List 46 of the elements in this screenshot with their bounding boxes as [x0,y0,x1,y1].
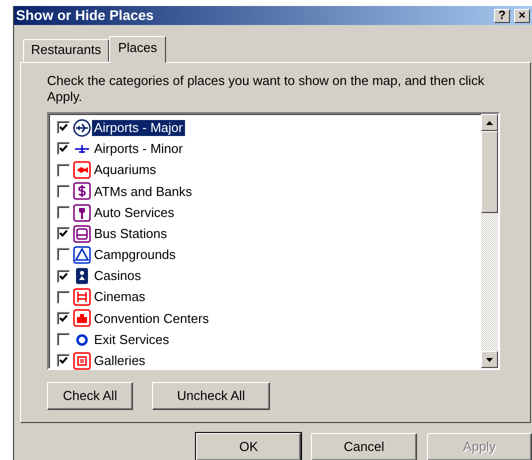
dollar-icon [73,182,91,200]
list-item[interactable]: Exit Services [92,332,172,348]
checkbox[interactable] [57,164,70,177]
checkbox[interactable] [57,312,70,325]
dialog-button[interactable]: Cancel [311,433,417,460]
airplane-icon [73,118,91,137]
list-item[interactable]: Convention Centers [92,310,211,326]
checkbox[interactable] [57,184,70,198]
list-item[interactable]: Casinos [92,268,143,284]
film-icon [73,288,91,306]
list-item[interactable]: Airports - Minor [92,141,185,157]
tab[interactable]: Places [109,36,166,63]
scrollbar[interactable] [481,114,498,368]
instruction-text: Check the categories of places you want to show on the map, and then click Apply. [47,73,486,104]
tent-icon [73,246,91,264]
list-item[interactable]: Galleries [92,353,148,369]
list-item[interactable]: Airports - Major [92,120,185,136]
uncheck-all-button[interactable]: Uncheck All [152,382,270,410]
checkbox[interactable] [57,121,70,134]
fish-icon [73,161,91,180]
list-item[interactable]: ATMs and Banks [92,184,194,200]
checkbox[interactable] [57,227,70,240]
checkbox[interactable] [57,354,70,368]
tab[interactable]: Restaurants [23,39,110,62]
scroll-thumb[interactable] [481,131,498,214]
scroll-up-button[interactable] [481,114,498,132]
list-item[interactable]: Bus Stations [92,226,169,242]
list-item[interactable]: Cinemas [92,289,148,306]
help-button[interactable]: ? [494,8,510,22]
checkbox[interactable] [57,206,70,220]
list-item[interactable]: Campgrounds [92,247,178,263]
list-item[interactable]: Aquariums [92,162,158,178]
playing-card-icon [73,267,91,286]
check-all-button[interactable]: Check All [47,382,133,410]
window-title: Show or Hide Places [16,7,154,24]
checkbox[interactable] [57,248,70,262]
close-button[interactable]: × [514,8,530,22]
scroll-down-button[interactable] [481,351,498,368]
up-arrow-icon [486,120,493,125]
wrench-icon [73,204,91,222]
down-arrow-icon [486,358,493,362]
bus-icon [73,224,91,243]
dialog-button[interactable]: OK [196,433,302,460]
building-icon [73,309,91,328]
list-item[interactable]: Auto Services [92,204,176,220]
checkbox[interactable] [57,290,70,304]
